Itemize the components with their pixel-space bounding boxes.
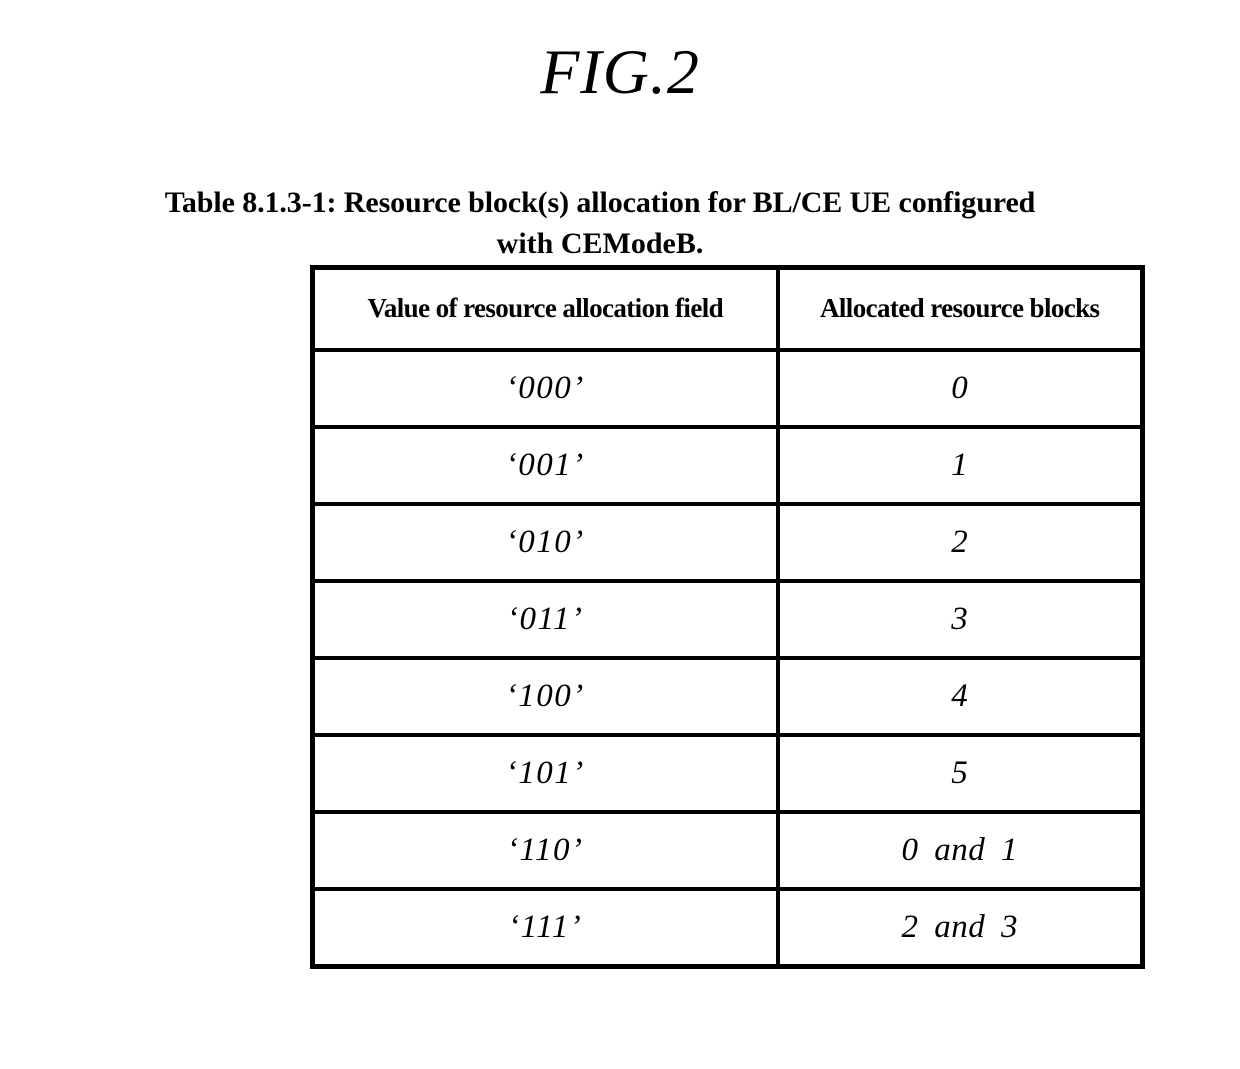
cell-resource-allocation-value: ‘011’ xyxy=(310,579,780,660)
cell-resource-allocation-value: ‘100’ xyxy=(310,656,780,737)
table-caption-line-2: with CEModeB. xyxy=(496,226,704,260)
cell-allocated-resource-blocks: 5 xyxy=(775,733,1145,814)
table-row: ‘001’ 1 xyxy=(310,425,1145,506)
cell-resource-allocation-value: ‘010’ xyxy=(310,502,780,583)
cell-allocated-resource-blocks: 0 and 1 xyxy=(775,810,1145,891)
cell-resource-allocation-value: ‘111’ xyxy=(310,887,780,969)
column-header-allocated-resource-blocks: Allocated resource blocks xyxy=(775,265,1145,352)
table-row: ‘011’ 3 xyxy=(310,579,1145,660)
cell-allocated-resource-blocks: 1 xyxy=(775,425,1145,506)
table-body: ‘000’ 0 ‘001’ 1 ‘010’ 2 ‘011’ 3 ‘100’ 4 ‘101’ 5 ‘110… xyxy=(310,348,1145,969)
column-header-value-of-resource-allocation-field: Value of resource allocation field xyxy=(310,265,780,352)
table-row: ‘101’ 5 xyxy=(310,733,1145,814)
figure-title: FIG.2 xyxy=(540,36,700,107)
table-header: Value of resource allocation field Alloc… xyxy=(310,265,1145,352)
cell-allocated-resource-blocks: 4 xyxy=(775,656,1145,737)
cell-resource-allocation-value: ‘110’ xyxy=(310,810,780,891)
allocation-table-container: Value of resource allocation field Alloc… xyxy=(310,265,1145,969)
table-caption: Table 8.1.3-1: Resource block(s) allocat… xyxy=(70,183,1130,264)
cell-allocated-resource-blocks: 3 xyxy=(775,579,1145,660)
cell-resource-allocation-value: ‘000’ xyxy=(310,348,780,429)
cell-resource-allocation-value: ‘101’ xyxy=(310,733,780,814)
table-caption-line-1: Table 8.1.3-1: Resource block(s) allocat… xyxy=(164,186,1036,219)
table-row: ‘111’ 2 and 3 xyxy=(310,887,1145,969)
table-row: ‘000’ 0 xyxy=(310,348,1145,429)
allocation-table: Value of resource allocation field Alloc… xyxy=(310,265,1145,969)
cell-allocated-resource-blocks: 0 xyxy=(775,348,1145,429)
table-row: ‘100’ 4 xyxy=(310,656,1145,737)
cell-resource-allocation-value: ‘001’ xyxy=(310,425,780,506)
table-row: ‘110’ 0 and 1 xyxy=(310,810,1145,891)
cell-allocated-resource-blocks: 2 xyxy=(775,502,1145,583)
table-header-row: Value of resource allocation field Alloc… xyxy=(310,265,1145,352)
cell-allocated-resource-blocks: 2 and 3 xyxy=(775,887,1145,969)
table-row: ‘010’ 2 xyxy=(310,502,1145,583)
